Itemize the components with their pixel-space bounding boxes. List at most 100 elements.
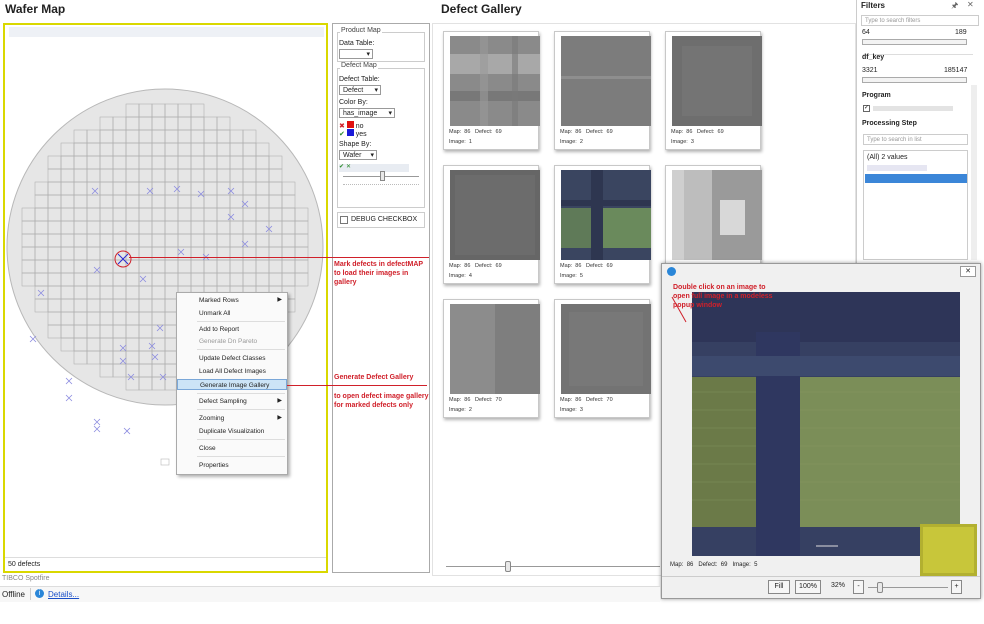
pin-icon[interactable]: 🖈 (951, 0, 958, 14)
menu-item-properties[interactable]: Properties (177, 460, 287, 471)
gallery-tile[interactable]: Map: 86 Defect: 69 Image: 1 (443, 31, 540, 150)
gallery-tile[interactable]: Map: 86 Defect: 70 Image: 2 (443, 299, 540, 418)
menu-item-marked-rows[interactable]: Marked Rows ▶ (177, 295, 287, 306)
status-separator (30, 588, 31, 600)
submenu-arrow-icon: ▶ (277, 415, 282, 421)
defect-table-dropdown[interactable]: Defect (339, 85, 381, 95)
gallery-zoom-track[interactable] (446, 566, 660, 567)
legend-label-yes: yes (355, 131, 367, 138)
gallery-tile[interactable]: Map: 86 Defect: 69 Image: 4 (443, 165, 540, 284)
program-value (873, 106, 953, 111)
step-listbox[interactable]: (All) 2 values (863, 150, 968, 260)
tile-image-line: Image: 2 (560, 139, 583, 145)
defect-thumbnail[interactable] (672, 170, 762, 260)
shape-by-label: Shape By: (339, 141, 372, 148)
info-icon: i (35, 589, 44, 598)
range1-max: 189 (955, 29, 967, 36)
close-icon[interactable]: ✕ (967, 0, 974, 9)
defect-marker (65, 377, 73, 385)
popup-info-line: Map: 86 Defect: 69 Image: 5 (670, 562, 758, 568)
size-slider-ticks (343, 184, 419, 185)
menu-item-add-to-report[interactable]: Add to Report (177, 324, 287, 335)
product-map-group-title: Product Map (340, 27, 382, 34)
image-overview-thumbnail[interactable] (920, 524, 977, 576)
menu-separator (197, 409, 285, 410)
submenu-arrow-icon: ▶ (277, 297, 282, 303)
popup-close-button[interactable]: ✕ (960, 266, 976, 277)
defect-thumbnail[interactable] (561, 304, 651, 394)
menu-item-generate-image-gallery[interactable]: Generate Image Gallery (177, 379, 287, 390)
menu-label: Update Defect Classes (199, 355, 266, 362)
step-item[interactable] (867, 165, 927, 171)
menu-item-duplicate-visualization[interactable]: Duplicate Visualization (177, 426, 287, 437)
menu-item-zooming[interactable]: Zooming ▶ (177, 413, 287, 424)
zoom-out-button[interactable]: - (853, 580, 864, 594)
all-values-item[interactable]: (All) 2 values (867, 154, 907, 161)
data-table-dropdown[interactable] (339, 49, 373, 59)
defect-marker (65, 394, 73, 402)
step-item-selected[interactable] (865, 174, 967, 183)
menu-label: Properties (199, 462, 229, 469)
menu-label: Duplicate Visualization (199, 428, 265, 435)
debug-checkbox[interactable] (340, 216, 348, 224)
context-menu: Marked Rows ▶ Unmark All Add to Report Ge… (176, 292, 288, 475)
defect-thumbnail[interactable] (450, 170, 540, 260)
defect-thumbnail[interactable] (561, 36, 651, 126)
zoom-value: 32% (831, 582, 846, 589)
legend-item-yes[interactable]: ✔ yes (339, 129, 367, 138)
step-search-input[interactable]: Type to search in list (863, 134, 968, 145)
menu-item-close[interactable]: Close (177, 443, 287, 454)
shape-legend-entry[interactable]: ✔ ✕ (339, 164, 409, 172)
gallery-zoom-handle[interactable] (505, 561, 511, 572)
menu-item-defect-sampling[interactable]: Defect Sampling ▶ (177, 396, 287, 407)
gallery-tile[interactable]: Map: 86 Defect: 70 Image: 3 (554, 299, 651, 418)
zoom-100-button[interactable]: 100% (795, 580, 821, 594)
defect-thumbnail[interactable] (450, 36, 540, 126)
program-label: Program (862, 92, 891, 99)
popup-separator (662, 576, 980, 577)
product-map-panel: Product Map Data Table: Defect Map Defec… (332, 23, 430, 573)
menu-item-load-all-defect-images[interactable]: Load All Defect Images (177, 366, 287, 377)
wafer-map-status: 50 defects (5, 557, 326, 571)
range1-slider[interactable] (862, 39, 967, 45)
zoom-slider-handle[interactable] (877, 582, 883, 593)
menu-label: Zooming (199, 415, 225, 422)
zoom-in-button[interactable]: + (951, 580, 962, 594)
menu-item-update-defect-classes[interactable]: Update Defect Classes (177, 353, 287, 364)
color-by-dropdown[interactable]: has_image (339, 108, 395, 118)
defect-thumbnail[interactable] (672, 36, 762, 126)
gallery-tile[interactable]: Map: 86 Defect: 69 Image: 2 (554, 31, 651, 150)
color-by-label: Color By: (339, 99, 368, 106)
fill-button[interactable]: Fill (768, 580, 790, 594)
size-slider-handle[interactable] (380, 171, 385, 181)
full-defect-image[interactable] (692, 292, 960, 556)
annotation-arrow (671, 296, 687, 323)
df-key-slider[interactable] (862, 77, 967, 83)
defect-thumbnail[interactable] (450, 304, 540, 394)
debug-checkbox-label: DEBUG CHECKBOX (351, 216, 418, 223)
gallery-tile[interactable] (665, 165, 762, 265)
filter-search-input[interactable]: Type to search filters (861, 15, 979, 26)
program-checkbox[interactable]: ✓ (863, 105, 870, 112)
menu-label: Generate Dn Pareto (199, 338, 258, 345)
annotation-line-mark (129, 257, 429, 258)
gallery-tile[interactable]: Map: 86 Defect: 69 Image: 5 (554, 165, 651, 284)
wafer-map-subtitle (9, 27, 324, 37)
details-link[interactable]: Details... (48, 590, 79, 599)
filters-scrollbar[interactable] (971, 85, 977, 260)
legend-swatch-no (346, 121, 354, 128)
image-popup-window[interactable]: ✕ Map: 86 Defect: 69 Image: 5 Fill 100% … (661, 263, 981, 599)
range1-min: 64 (862, 29, 870, 36)
tile-map-line: Map: 86 Defect: 70 (560, 397, 613, 403)
menu-label: Unmark All (199, 310, 231, 317)
defect-thumbnail[interactable] (561, 170, 651, 260)
tile-map-line: Map: 86 Defect: 69 (449, 263, 502, 269)
menu-item-unmark-all[interactable]: Unmark All (177, 308, 287, 319)
menu-item-generate-dn-pareto[interactable]: Generate Dn Pareto (177, 336, 287, 347)
annotation-open-gallery: to open defect image gallery for marked … (334, 393, 429, 409)
shape-by-dropdown[interactable]: Wafer (339, 150, 377, 160)
data-table-label: Data Table: (339, 40, 375, 47)
annotation-generate: Generate Defect Gallery (334, 374, 414, 381)
df-key-min: 3321 (862, 67, 878, 74)
gallery-tile[interactable]: Map: 86 Defect: 69 Image: 3 (665, 31, 762, 150)
